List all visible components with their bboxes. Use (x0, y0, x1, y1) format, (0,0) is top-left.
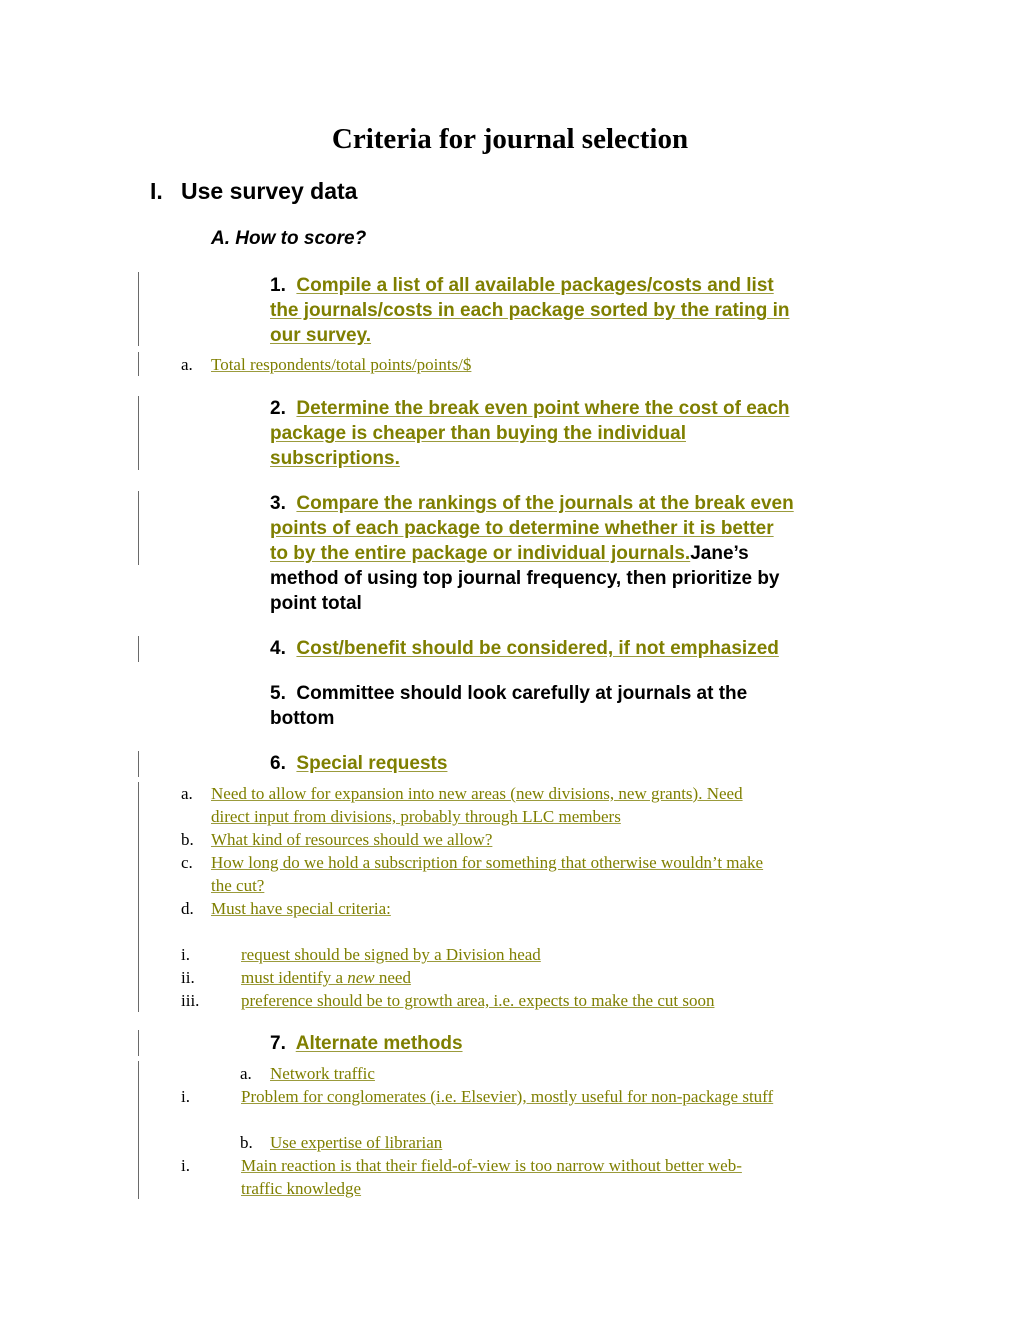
sub-item-text: Need to allow for expansion into new are… (211, 784, 743, 803)
method-detail-text: Main reaction is that their field-of-vie… (241, 1156, 742, 1175)
change-bar (138, 636, 139, 662)
item-text: Committee should look carefully at journ… (296, 683, 748, 704)
change-bar (138, 491, 139, 565)
section-label: Use survey data (181, 178, 358, 204)
document-title: Criteria for journal selection (331, 123, 689, 155)
item-number: 6. (270, 753, 286, 774)
sub-item-text: What kind of resources should we allow? (211, 830, 493, 849)
revision-text: Cost/benefit should be considered, if no… (296, 638, 779, 659)
sub-item-text: the cut? (211, 876, 265, 895)
method-text: Network traffic (270, 1064, 375, 1083)
method-detail-label: i. (181, 1087, 190, 1106)
method-text: Use expertise of librarian (270, 1133, 443, 1152)
list-item-4: 4. Cost/benefit should be considered, if… (270, 636, 880, 661)
section-number: I. (150, 178, 163, 204)
criteria-text-part: need (374, 968, 411, 987)
sub-item: b. What kind of resources should we allo… (0, 828, 1020, 851)
list-item-2: 2. Determine the break even point where … (270, 396, 880, 471)
list-item-1: 1. Compile a list of all available packa… (270, 273, 880, 348)
revision-text: the journals/costs in each package sorte… (270, 300, 790, 321)
item-text: point total (270, 593, 362, 614)
list-item-7: 7. Alternate methods (270, 1031, 880, 1056)
method-detail-text: traffic knowledge (241, 1179, 362, 1198)
criteria-text-emphasis: new (347, 968, 375, 987)
method-item: a. Network traffic (0, 1062, 1020, 1085)
change-bar (138, 272, 139, 346)
sub-item-label: b. (181, 830, 194, 849)
sub-item-text: How long do we hold a subscription for s… (211, 853, 764, 872)
revision-text: Special requests (296, 753, 448, 774)
sub-item: a. Need to allow for expansion into new … (0, 782, 1020, 828)
sub-item: c. How long do we hold a subscription fo… (0, 851, 1020, 897)
revision-text: Alternate methods (295, 1033, 463, 1054)
method-detail-text: Problem for conglomerates (i.e. Elsevier… (241, 1087, 774, 1106)
sub-item-text: Must have special criteria: (211, 899, 391, 918)
revision-text: to by the entire package or individual j… (270, 543, 691, 564)
method-item: b. Use expertise of librarian (0, 1131, 1020, 1154)
criteria-text: preference should be to growth area, i.e… (241, 991, 715, 1010)
subsection-heading: A. How to score? (211, 228, 367, 249)
item-text: bottom (270, 708, 335, 729)
sub-item-text: Total respondents/total points/points/$ (211, 355, 472, 374)
section-heading: I. Use survey data (150, 176, 357, 206)
change-bar (138, 1030, 139, 1056)
sub-item-label: d. (181, 899, 194, 918)
item-number: 5. (270, 683, 286, 704)
method-detail-label: i. (181, 1156, 190, 1175)
method-label: b. (240, 1133, 253, 1152)
item-text: method of using top journal frequency, t… (270, 568, 780, 589)
sub-item-text: direct input from divisions, probably th… (211, 807, 621, 826)
criteria-text-part: must identify a (241, 968, 348, 987)
method-label: a. (240, 1064, 252, 1083)
sub-item-label: a. (181, 784, 193, 803)
change-bar (138, 751, 139, 777)
method-detail: i. Problem for conglomerates (i.e. Elsev… (0, 1085, 1020, 1108)
sub-item: a. Total respondents/total points/points… (0, 353, 1020, 376)
criteria-label: ii. (181, 968, 195, 987)
criteria-text: request should be signed by a Division h… (241, 945, 541, 964)
criteria-text: must identify a new need (241, 966, 411, 989)
revision-text: Determine the break even point where the… (296, 398, 790, 419)
method-detail: i. Main reaction is that their field-of-… (0, 1154, 1020, 1200)
revision-text: Compare the rankings of the journals at … (296, 493, 794, 514)
item-text: Jane’s (690, 543, 749, 564)
change-bar (138, 396, 139, 470)
criteria-item: iii. preference should be to growth area… (0, 989, 1020, 1012)
revision-text: Compile a list of all available packages… (296, 275, 774, 296)
criteria-item: i. request should be signed by a Divisio… (0, 943, 1020, 966)
sub-item: d. Must have special criteria: (0, 897, 1020, 920)
list-item-3: 3. Compare the rankings of the journals … (270, 491, 880, 616)
item-number: 4. (270, 638, 286, 659)
revision-text: subscriptions. (270, 448, 400, 469)
list-item-5: 5. Committee should look carefully at jo… (270, 681, 880, 731)
sub-item-label: a. (181, 355, 193, 374)
revision-text: our survey. (270, 325, 372, 346)
item-number: 7. (270, 1033, 286, 1054)
item-number: 1. (270, 275, 286, 296)
list-item-6: 6. Special requests (270, 751, 880, 776)
revision-text: points of each package to determine whet… (270, 518, 774, 539)
criteria-label: iii. (181, 991, 200, 1010)
item-number: 3. (270, 493, 286, 514)
revision-text: package is cheaper than buying the indiv… (270, 423, 686, 444)
criteria-item: ii. must identify a new need (0, 966, 1020, 989)
criteria-label: i. (181, 945, 190, 964)
sub-item-label: c. (181, 853, 193, 872)
item-number: 2. (270, 398, 286, 419)
